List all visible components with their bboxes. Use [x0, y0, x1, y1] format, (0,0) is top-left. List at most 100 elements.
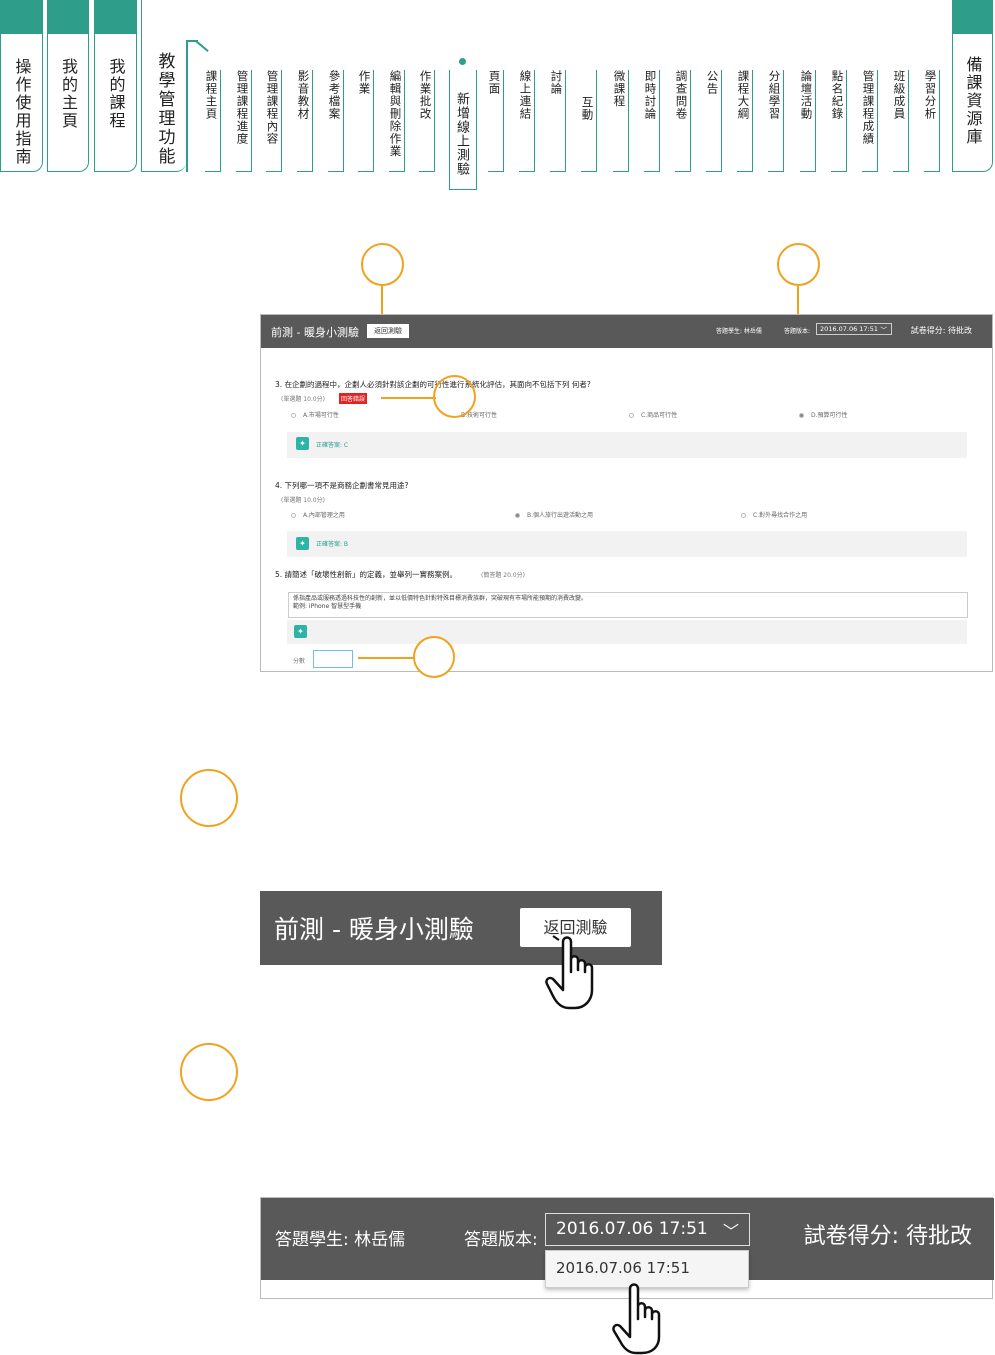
sub-tab-label: 學習分析 [923, 70, 938, 120]
sub-tab-groups[interactable]: 分組學習 [768, 70, 784, 172]
quiz-review-panel: 前測 - 暖身小測驗 返回測驗 答題學生: 林岳儒 答題版本: 2016.07.… [260, 314, 993, 672]
version-label: 答題版本: [784, 328, 811, 335]
sub-tab-syllabus[interactable]: 課程大綱 [737, 70, 753, 172]
sub-tab-label: 參考檔案 [327, 70, 342, 120]
sub-tab-live[interactable]: 即時討論 [644, 70, 660, 172]
zoom-version-select[interactable]: 2016.07.06 17:51 ﹀ [545, 1213, 750, 1246]
zoom-version-label: 答題版本: [464, 1230, 538, 1250]
sub-tab-label: 課程主頁 [204, 70, 219, 120]
chevron-down-icon: ﹀ [722, 1222, 739, 1241]
sub-tab-micro[interactable]: 微課程 [613, 70, 629, 172]
sub-tab-label: 互動 [580, 96, 595, 121]
essay-line: 係指產品或服務透過科技性的創新，並以低價特色針對特殊目標消費族群，突破現有市場所… [293, 595, 588, 602]
sub-tab-label: 管理課程成績 [861, 70, 876, 145]
quiz-title: 前測 - 暖身小測驗 [271, 326, 359, 339]
sub-tab-label: 調查問卷 [674, 70, 689, 120]
question-4-meta: (單選題 10.0分) [281, 497, 325, 504]
score-label: 分數 [293, 658, 306, 665]
sub-tab-attendance[interactable]: 點名紀錄 [831, 70, 847, 172]
student-label: 答題學生: 林岳儒 [716, 328, 762, 335]
option-label: B.個人旅行出遊活動之用 [527, 512, 594, 519]
sub-tab-grading[interactable]: 作業批改 [419, 70, 435, 172]
sub-tab-homework[interactable]: 作業 [358, 70, 374, 172]
sub-tab-course-home[interactable]: 課程主頁 [205, 70, 221, 172]
sub-tab-members[interactable]: 班級成員 [893, 70, 909, 172]
main-tab-courses[interactable]: 我的課程 [94, 0, 137, 172]
zoom-quiz-title: 前測 - 暖身小測驗 [274, 915, 474, 944]
callout-circle [361, 243, 404, 286]
sub-tab-files[interactable]: 參考檔案 [328, 70, 344, 172]
zoom-student-label: 答題學生: 林岳儒 [275, 1230, 406, 1250]
version-value: 2016.07.06 17:51 [820, 325, 879, 333]
radio-icon [515, 513, 520, 518]
panel-header: 前測 - 暖身小測驗 返回測驗 答題學生: 林岳儒 答題版本: 2016.07.… [261, 315, 992, 348]
radio-icon [629, 413, 634, 418]
essay-answer-field[interactable]: 係指產品或服務透過科技性的創新，並以低價特色針對特殊目標消費族群，突破現有市場所… [288, 592, 968, 618]
score-input[interactable] [313, 650, 353, 668]
sub-tab-label: 討論 [549, 70, 564, 95]
option-radio[interactable]: D.預算可行性 [799, 410, 848, 419]
sub-tab-label: 新增線上測驗 [454, 92, 469, 176]
zoom-paper-score: 試卷得分: 待批改 [803, 1224, 972, 1249]
sub-tab-announce[interactable]: 公告 [706, 70, 722, 172]
sub-tab-label: 作業 [357, 70, 372, 95]
main-tab-label: 備課資源庫 [963, 56, 983, 146]
main-tab-home[interactable]: 我的主頁 [47, 0, 89, 172]
question-3-text: 3. 在企劃的過程中，企劃人必須針對該企劃的可行性進行系統化評估，其面向不包括下… [275, 380, 591, 389]
sub-tab-page[interactable]: 頁面 [488, 70, 504, 172]
pointer-hand-icon [612, 1283, 661, 1355]
essay-line: 範例: iPhone 智慧型手機 [293, 603, 362, 611]
callout-circle [777, 243, 820, 286]
back-to-quiz-button[interactable]: 返回測驗 [367, 324, 409, 338]
sub-tab-edit-homework[interactable]: 編輯與刪除作業 [389, 70, 405, 172]
version-select[interactable]: 2016.07.06 17:51 ﹀ [816, 323, 892, 335]
main-tab-teaching[interactable]: 教學管理功能 [141, 0, 186, 172]
sub-tab-content[interactable]: 管理課程內容 [266, 70, 282, 172]
paper-score: 試卷得分: 待批改 [910, 326, 972, 335]
option-radio[interactable]: A.市場可行性 [291, 410, 339, 419]
sub-tab-label: 線上連結 [518, 70, 533, 120]
sub-tab-label: 公告 [705, 70, 720, 95]
lightbulb-icon: ✦ [294, 625, 307, 638]
main-tab-label: 我的課程 [106, 58, 126, 130]
sub-tab-progress[interactable]: 管理課程進度 [236, 70, 252, 172]
option-radio[interactable]: A.內部管理之用 [291, 510, 345, 519]
option-label: A.內部管理之用 [303, 512, 345, 519]
question-5-text: 5. 請簡述「破壞性創新」的定義，並舉列一實務案例。 [275, 570, 458, 579]
sub-tab-label: 課程大綱 [736, 70, 751, 120]
option-radio[interactable]: B.個人旅行出遊活動之用 [515, 510, 593, 519]
radio-icon [741, 513, 746, 518]
sub-tab-analytics[interactable]: 學習分析 [924, 70, 940, 172]
lightbulb-icon: ✦ [296, 537, 309, 550]
main-tab-resources[interactable]: 備課資源庫 [952, 0, 993, 172]
option-radio[interactable]: C.對外尋找合作之用 [741, 510, 807, 519]
tab-divider [186, 40, 188, 172]
question-5-meta: (簡答題 20.0分) [481, 572, 525, 579]
sub-tab-label: 論壇活動 [799, 70, 814, 120]
sub-tab-discussion[interactable]: 討論 [550, 70, 566, 172]
answer-box [287, 531, 967, 557]
main-tab-guide[interactable]: 操作使用指南 [0, 0, 43, 172]
sub-tab-video[interactable]: 影音教材 [297, 70, 313, 172]
sub-tab-label: 點名紀錄 [830, 70, 845, 120]
zoom-version-value: 2016.07.06 17:51 [556, 1219, 708, 1239]
answer-box [287, 432, 967, 458]
sub-tab-new-quiz[interactable]: 新增線上測驗 [449, 70, 477, 190]
sub-tab-grades[interactable]: 管理課程成績 [862, 70, 878, 172]
sub-tab-links[interactable]: 線上連結 [519, 70, 535, 172]
sub-tab-forum[interactable]: 論壇活動 [800, 70, 816, 172]
question-3-meta: (單選題 10.0分) [281, 396, 325, 403]
lightbulb-icon: ✦ [296, 437, 309, 450]
sub-tab-label: 編輯與刪除作業 [388, 70, 403, 158]
sub-tab-interaction[interactable]: 互動 [581, 70, 597, 172]
option-radio[interactable]: C.商品可行性 [629, 410, 677, 419]
sub-tab-label: 管理課程進度 [235, 70, 250, 145]
sub-tab-survey[interactable]: 調查問卷 [675, 70, 691, 172]
option-label: A.市場可行性 [303, 412, 339, 419]
sub-tab-label: 影音教材 [296, 70, 311, 120]
radio-icon [291, 513, 296, 518]
callout-line [381, 397, 436, 399]
sub-tab-label: 頁面 [487, 70, 502, 95]
radio-icon [799, 413, 804, 418]
answer-box [287, 620, 967, 644]
